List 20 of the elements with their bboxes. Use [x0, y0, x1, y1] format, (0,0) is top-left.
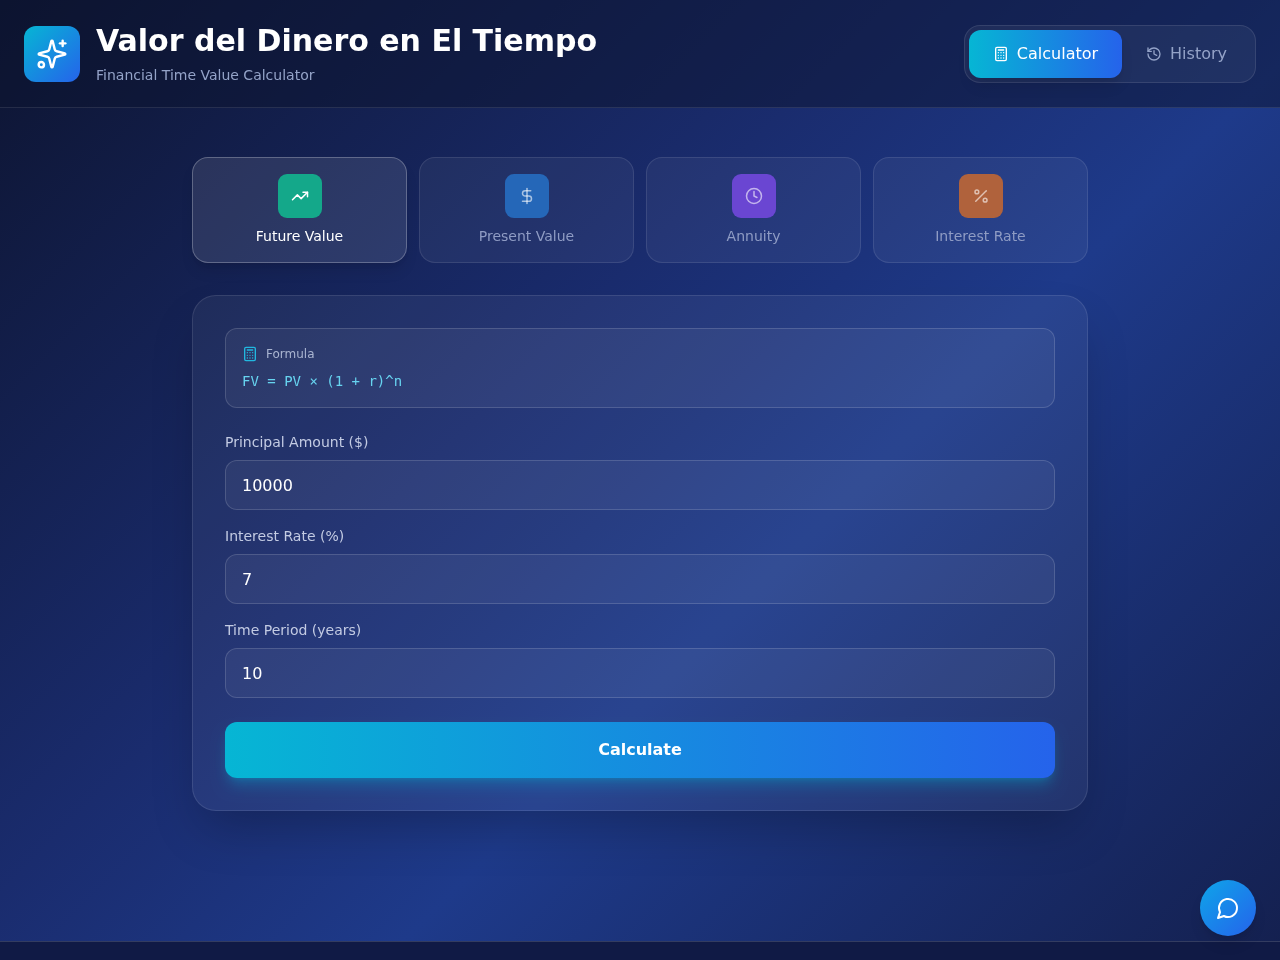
calculator-icon — [242, 346, 258, 362]
mode-card[interactable]: Present Value — [419, 157, 634, 263]
field-label: Principal Amount ($) — [225, 433, 370, 452]
nav-tab[interactable]: History — [1122, 29, 1251, 78]
mode-card[interactable]: Future Value — [192, 157, 407, 263]
calculate-button[interactable]: Calculate — [225, 722, 1055, 778]
nav-tab[interactable]: Calculator — [968, 29, 1123, 78]
calculator-icon — [992, 45, 1009, 62]
formula-expression: FV = PV × (1 + r)^n — [242, 372, 404, 391]
app-title: Valor del Dinero en El Tiempo — [96, 22, 598, 59]
app-subtitle: Financial Time Value Calculator — [96, 65, 316, 85]
mode-card[interactable]: Interest Rate — [873, 157, 1088, 263]
sparkles-logo-icon — [24, 25, 80, 82]
formula-label: Formula — [266, 346, 315, 362]
field-label: Time Period (years) — [225, 621, 363, 640]
field-label: Interest Rate (%) — [225, 527, 346, 546]
mode-card[interactable]: Annuity — [646, 157, 861, 263]
chat-button[interactable] — [1200, 880, 1256, 936]
chat-bubble-icon — [1216, 896, 1240, 920]
history-icon — [1146, 45, 1163, 62]
